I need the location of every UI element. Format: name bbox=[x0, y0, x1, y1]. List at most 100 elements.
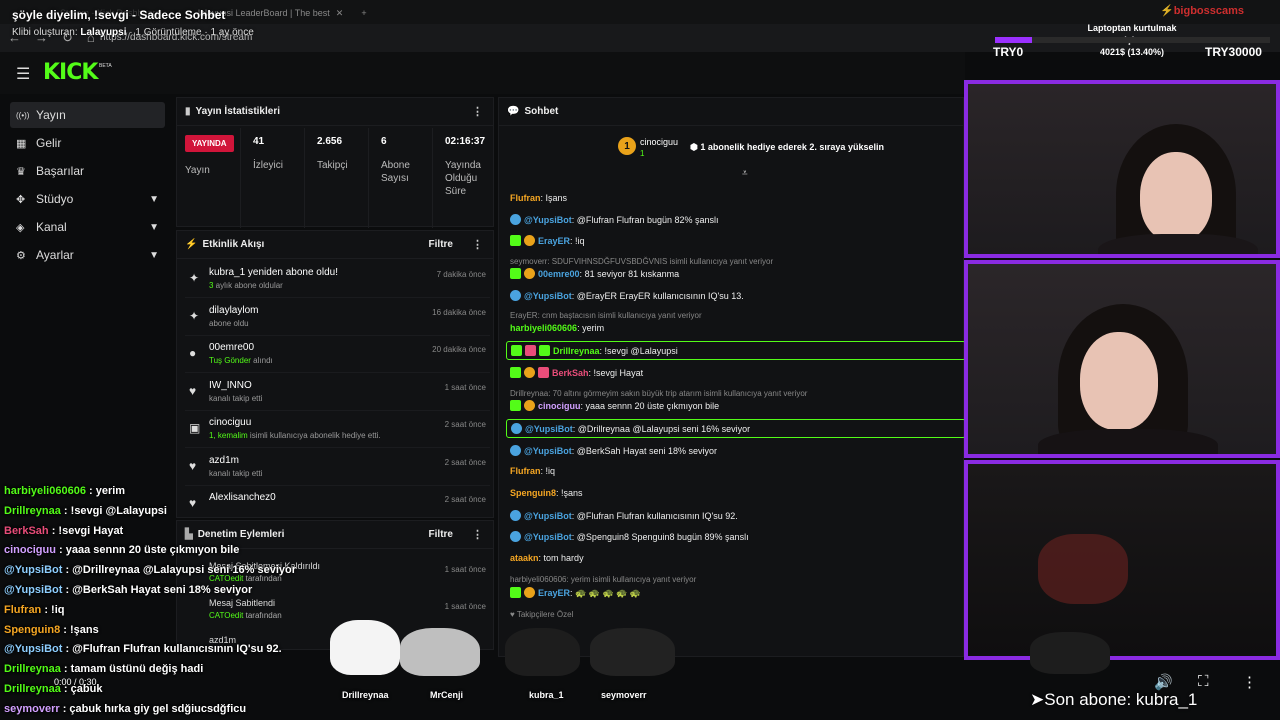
sidebar-item-ayarlar[interactable]: ⚙ Ayarlar ▼ bbox=[10, 242, 165, 268]
more-options-icon[interactable]: ⋮ bbox=[472, 528, 483, 541]
chat-message[interactable]: @YupsiBot: @Flufran Flufran kullanıcısın… bbox=[510, 510, 960, 521]
clip-meta: Klibi oluşturan: Lalayupsi · 1 Görüntüle… bbox=[12, 27, 254, 38]
chat-reply-context[interactable]: seymoverr: SDUFVIHNSDĞFUVSBDĞVNIS isimli… bbox=[510, 256, 960, 266]
chat-message[interactable]: cinociguu: yaaa sennn 20 üste çıkmıyon b… bbox=[510, 400, 960, 411]
sidebar-item-gelir[interactable]: ▦ Gelir bbox=[10, 130, 165, 156]
filter-button[interactable]: Filtre bbox=[429, 529, 453, 540]
fullscreen-icon[interactable]: ⛶ bbox=[1198, 673, 1209, 690]
filter-button[interactable]: Filtre bbox=[429, 239, 453, 250]
cat-name: Drillreynaa bbox=[342, 690, 389, 700]
chat-message[interactable]: @YupsiBot: @Spenguin8 Spenguin8 bugün 89… bbox=[510, 531, 960, 542]
stat-label: İzleyici bbox=[253, 160, 284, 171]
sub-badge-icon bbox=[524, 587, 535, 598]
video-time: 0:00 / 0:30 bbox=[54, 677, 97, 687]
chat-message[interactable]: @YupsiBot: @ErayER ErayER kullanıcısının… bbox=[510, 290, 960, 301]
chat-message[interactable]: Flufran: Işans bbox=[510, 193, 960, 203]
activity-item[interactable]: ✦ dilaylaylom abone oldu 16 dakika önce bbox=[185, 299, 490, 336]
chat-username[interactable]: ErayER bbox=[538, 236, 570, 246]
overlay-chat-line: cinociguu : yaaa sennn 20 üste çıkmıyon … bbox=[4, 544, 239, 556]
chat-reply-context[interactable]: Drillreynaa: 70 altını görmeyim sakın bü… bbox=[510, 388, 960, 398]
chat-text: tom hardy bbox=[543, 553, 584, 563]
chat-username[interactable]: Spenguin8 bbox=[510, 488, 556, 498]
activity-item[interactable]: ✦ kubra_1 yeniden abone oldu! 3 aylık ab… bbox=[185, 261, 490, 298]
chevron-down-icon[interactable]: ▼ bbox=[149, 250, 159, 261]
chat-username[interactable]: Flufran bbox=[510, 466, 541, 476]
moderation-user: CATOedit bbox=[209, 611, 244, 620]
volume-icon[interactable]: 🔊 bbox=[1154, 673, 1173, 691]
chat-message[interactable]: harbiyeli060606: yerim bbox=[510, 323, 960, 333]
activity-detail: 1, kemalim isimli kullanıcıya abonelik h… bbox=[209, 431, 381, 440]
chat-reply-context[interactable]: harbiyeli060606: yerim isimli kullanıcıy… bbox=[510, 574, 960, 584]
chat-username[interactable]: BerkSah bbox=[552, 368, 589, 378]
moderation-action: Mesaj Sabitlendi bbox=[209, 598, 276, 608]
chat-message[interactable]: ErayER: !iq bbox=[510, 235, 960, 246]
chat-username[interactable]: @YupsiBot bbox=[524, 532, 572, 542]
chevron-down-icon[interactable]: ▼ bbox=[149, 222, 159, 233]
chat-username[interactable]: @YupsiBot bbox=[524, 446, 572, 456]
chat-username[interactable]: Drillreynaa bbox=[553, 346, 600, 356]
sidebar-item-yayin[interactable]: ((•)) Yayın bbox=[10, 102, 165, 128]
chat-message[interactable]: ataakn: tom hardy bbox=[510, 553, 960, 563]
activity-time: 2 saat önce bbox=[444, 457, 486, 467]
chat-username[interactable]: 00emre00 bbox=[538, 269, 580, 279]
activity-time: 16 dakika önce bbox=[432, 307, 486, 317]
activity-time: 7 dakika önce bbox=[436, 270, 486, 279]
last-subscriber: ➤Son abone: kubra_1 bbox=[1030, 690, 1198, 709]
chat-username[interactable]: @YupsiBot bbox=[524, 511, 572, 521]
chat-username[interactable]: @YupsiBot bbox=[524, 215, 572, 225]
activity-item[interactable]: ♥ IW_INNO kanalı takip etti 1 saat önce bbox=[185, 374, 490, 411]
hamburger-menu-icon[interactable]: ☰ bbox=[16, 64, 30, 84]
moderation-time: 1 saat önce bbox=[444, 565, 486, 574]
sidebar-item-basarilar[interactable]: ♛ Başarılar bbox=[10, 158, 165, 184]
activity-feed-panel: ⚡ Etkinlik Akışı Filtre ⋮ ✦ kubra_1 yeniden… bbox=[176, 230, 494, 518]
chat-message[interactable]: ErayER: 🐢 🐢 🐢 🐢 🐢 bbox=[510, 587, 960, 599]
chat-message[interactable]: @YupsiBot: @Flufran Flufran bugün 82% şa… bbox=[510, 214, 960, 225]
stat-value: 02:16:37 bbox=[445, 136, 486, 147]
chat-username[interactable]: @YupsiBot bbox=[524, 291, 572, 301]
mod-badge-icon bbox=[511, 345, 522, 356]
pinned-user[interactable]: cinociguu bbox=[640, 137, 678, 147]
clip-creator[interactable]: Lalayupsi bbox=[80, 27, 126, 38]
activity-item[interactable]: ● 00emre00 Tuş Gönder alındı 20 dakika ö… bbox=[185, 336, 490, 373]
more-options-icon[interactable]: ⋮ bbox=[472, 105, 483, 118]
new-tab-icon[interactable]: + bbox=[361, 8, 366, 18]
overlay-chat-user: @YupsiBot bbox=[4, 584, 63, 596]
chat-username[interactable]: @YupsiBot bbox=[525, 424, 573, 434]
sidebar-item-kanal[interactable]: ◈ Kanal ▼ bbox=[10, 214, 165, 240]
webcam-feed-3 bbox=[964, 460, 1280, 660]
chat-username[interactable]: cinociguu bbox=[538, 401, 581, 411]
chat-reply-context[interactable]: ErayER: cnm baştacısın isimli kullanıcıy… bbox=[510, 310, 960, 320]
chat-message[interactable]: @YupsiBot: @BerkSah Hayat seni 18% seviy… bbox=[510, 445, 960, 456]
chat-message[interactable]: 00emre00: 81 seviyor 81 kıskanma bbox=[510, 268, 960, 279]
chat-username[interactable]: Flufran bbox=[510, 193, 541, 203]
activity-item[interactable]: ♥ Alexlisanchez0 2 saat önce bbox=[185, 486, 490, 517]
activity-item[interactable]: ♥ azd1m kanalı takip etti 2 saat önce bbox=[185, 449, 490, 486]
chat-message[interactable]: @YupsiBot: @Drillreynaa @Lalayupsi seni … bbox=[506, 419, 966, 438]
more-options-icon[interactable]: ⋮ bbox=[472, 238, 483, 251]
chat-message[interactable]: Flufran: !iq bbox=[510, 466, 960, 476]
kick-logo[interactable]: KICK bbox=[43, 60, 98, 85]
chat-text: Işans bbox=[545, 193, 568, 203]
chat-message[interactable]: Spenguin8: !şans bbox=[510, 488, 960, 498]
scroll-down-icon[interactable]: ⩡ bbox=[742, 168, 748, 179]
cat-sprite bbox=[330, 620, 400, 675]
chat-message[interactable]: Drillreynaa: !sevgi @Lalayupsi bbox=[506, 341, 966, 360]
activity-item[interactable]: ▣ cinociguu 1, kemalim isimli kullanıcıy… bbox=[185, 411, 490, 448]
reply-text: Drillreynaa: 70 altını görmeyim sakın bü… bbox=[510, 389, 808, 398]
chat-username[interactable]: ataakn bbox=[510, 553, 539, 563]
pinned-gift-leader[interactable]: 1 cinociguu 1 ⬢ 1 abonelik hediye ederek… bbox=[612, 134, 942, 164]
moderation-detail: CATOedit tarafından bbox=[209, 611, 282, 620]
stat-label: Takipçi bbox=[317, 160, 348, 171]
chevron-down-icon[interactable]: ▼ bbox=[149, 194, 159, 205]
chat-message[interactable]: BerkSah: !sevgi Hayat bbox=[510, 367, 960, 378]
overlay-chat-text: : tamam üstünü değiş hadi bbox=[60, 663, 204, 676]
close-icon[interactable]: ✕ bbox=[336, 8, 344, 19]
activity-detail-text: aylık abone oldular bbox=[213, 281, 283, 290]
goal-start: TRY0 bbox=[993, 45, 1024, 59]
chat-username[interactable]: harbiyeli060606 bbox=[510, 323, 577, 333]
sidebar-item-studyo[interactable]: ✥ Stüdyo ▼ bbox=[10, 186, 165, 212]
chat-username[interactable]: ErayER bbox=[538, 588, 570, 598]
overlay-chat-line: BerkSah : !sevgi Hayat bbox=[4, 525, 123, 537]
more-options-icon[interactable]: ⋮ bbox=[1242, 673, 1257, 691]
bolt-icon: ⚡ bbox=[185, 239, 198, 250]
